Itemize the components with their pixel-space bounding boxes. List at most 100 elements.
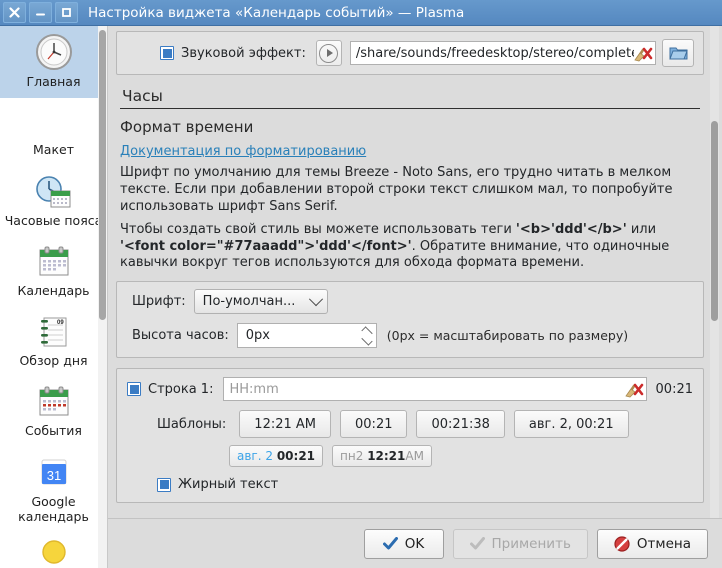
- sidebar-scrollbar-track[interactable]: [98, 26, 107, 568]
- line1-checkbox[interactable]: [127, 382, 141, 397]
- sidebar-item-label: Google календарь: [18, 493, 89, 525]
- sound-effect-checkbox[interactable]: [160, 46, 174, 60]
- font-row: Шрифт: По-умолчан...: [127, 289, 693, 315]
- apply-button-label: Применить: [491, 535, 571, 552]
- clock-height-stepper[interactable]: 0px: [236, 323, 377, 349]
- play-icon[interactable]: [315, 40, 342, 66]
- folder-open-icon[interactable]: [662, 39, 694, 67]
- stepper-arrows[interactable]: [361, 326, 373, 346]
- sidebar-scrollbar-thumb[interactable]: [99, 30, 106, 320]
- formatting-documentation-link[interactable]: Документация по форматированию: [120, 144, 366, 159]
- bold-text-row: Жирный текст: [127, 477, 693, 492]
- line1-placeholder[interactable]: HH:mm: [229, 382, 624, 397]
- font-settings-group: Шрифт: По-умолчан... Высота часов: 0px (…: [116, 281, 704, 359]
- content-pane: Звуковой эффект: /share/sounds/freedeskt…: [108, 26, 722, 568]
- tags-note-bold1: '<b>'ddd'</b>': [515, 221, 627, 237]
- clock-height-row: Высота часов: 0px (0px = масштабировать …: [127, 323, 693, 349]
- chevron-down-icon: [309, 291, 324, 307]
- sound-path-input: /share/sounds/freedesktop/stereo/complet…: [349, 41, 656, 65]
- bold-text-checkbox[interactable]: [157, 477, 171, 492]
- sidebar-item-kalendar[interactable]: Календарь: [0, 236, 107, 306]
- paragraph-font-note: Шрифт по умолчанию для темы Breeze - Not…: [120, 165, 673, 214]
- bold-text-label: Жирный текст: [178, 477, 279, 493]
- template-part-date: авг. 2: [237, 449, 273, 464]
- clock-calendar-icon: [34, 172, 74, 211]
- settings-scroll-area: Звуковой эффект: /share/sounds/freedeskt…: [108, 26, 722, 518]
- font-select[interactable]: По-умолчан...: [193, 289, 329, 315]
- sidebar-item-sobytiya[interactable]: События: [0, 376, 107, 446]
- close-icon[interactable]: [3, 2, 26, 23]
- sidebar-item-glavnaya[interactable]: Главная: [0, 26, 107, 98]
- line1-row: Строка 1: HH:mm 00:21: [127, 377, 693, 402]
- template-button[interactable]: авг. 2 00:21: [229, 445, 324, 468]
- ok-button[interactable]: OK: [363, 528, 444, 559]
- content-scrollbar-track[interactable]: [710, 26, 719, 518]
- title-bar: Настройка виджета «Календарь событий» — …: [0, 0, 722, 26]
- minimize-icon[interactable]: [29, 2, 52, 23]
- template-button[interactable]: пн2 12:21 AM: [332, 445, 432, 468]
- clock-height-value: 0px: [245, 328, 270, 344]
- sidebar-item-label: Календарь: [17, 283, 90, 299]
- cancel-button-label: Отмена: [636, 535, 691, 552]
- tags-note-part2: или: [626, 221, 657, 237]
- broom-clear-icon[interactable]: [624, 380, 644, 398]
- maximize-icon[interactable]: [55, 2, 78, 23]
- calendar-icon: [36, 242, 72, 281]
- sun-icon: [39, 538, 69, 566]
- clock-height-hint: (0px = масштабировать по размеру): [386, 328, 629, 344]
- sidebar-item-sun[interactable]: [0, 532, 107, 568]
- line1-format-input: HH:mm: [223, 377, 647, 402]
- check-icon: [382, 537, 398, 550]
- line1-group: Строка 1: HH:mm 00:21 Шаблоны: 12:21 AM …: [116, 368, 704, 504]
- sidebar-item-obzor-dnya[interactable]: 09 Обзор дня: [0, 306, 107, 376]
- sidebar-item-label: Макет: [33, 142, 74, 158]
- template-button[interactable]: 12:21 AM: [239, 410, 332, 439]
- content-scrollbar-thumb[interactable]: [711, 121, 718, 321]
- template-part-meridiem: AM: [405, 449, 424, 464]
- line1-preview: 00:21: [655, 381, 693, 397]
- sidebar: Главная Макет Часовые пояса Календарь 09…: [0, 26, 108, 568]
- sound-path-value[interactable]: /share/sounds/freedesktop/stereo/complet…: [356, 46, 634, 61]
- template-button[interactable]: 00:21: [340, 410, 408, 439]
- window-controls: [0, 2, 78, 23]
- template-part-time: 12:21: [367, 449, 406, 464]
- window-body: Главная Макет Часовые пояса Календарь 09…: [0, 26, 722, 568]
- template-part-time: 00:21: [276, 449, 316, 464]
- sidebar-item-chasovye-poyasa[interactable]: Часовые пояса: [0, 166, 107, 236]
- google-calendar-31-icon: 31: [38, 452, 70, 492]
- sound-effect-row: Звуковой эффект: /share/sounds/freedeskt…: [126, 39, 694, 67]
- svg-text:09: 09: [57, 320, 64, 326]
- sidebar-item-google-kalendar[interactable]: 31 Google календарь: [0, 446, 107, 532]
- section-header-clock: Часы: [120, 81, 700, 109]
- config-window: Настройка виджета «Календарь событий» — …: [0, 0, 722, 568]
- template-button[interactable]: 00:21:38: [416, 410, 505, 439]
- notebook-icon: 09: [37, 312, 71, 351]
- sound-effect-label: Звуковой эффект:: [181, 45, 306, 61]
- templates-label: Шаблоны:: [157, 416, 227, 432]
- events-calendar-icon: [36, 382, 72, 421]
- sidebar-item-maket[interactable]: Макет: [0, 98, 107, 166]
- clock-height-label: Высота часов:: [132, 328, 229, 344]
- templates-row-1: Шаблоны: 12:21 AM 00:21 00:21:38 авг. 2,…: [127, 410, 693, 439]
- cancel-button[interactable]: Отмена: [596, 528, 708, 559]
- sidebar-list: Главная Макет Часовые пояса Календарь 09…: [0, 26, 107, 568]
- sidebar-item-label: Главная: [26, 74, 81, 89]
- templates-row-2: авг. 2 00:21 пн2 12:21 AM: [127, 445, 693, 468]
- font-select-value: По-умолчан...: [202, 294, 296, 310]
- apply-button[interactable]: Применить: [452, 528, 588, 559]
- paragraph-tags-note: Чтобы создать свой стиль вы можете испол…: [120, 222, 700, 273]
- check-icon: [469, 537, 485, 550]
- font-label: Шрифт:: [132, 294, 186, 310]
- ok-button-label: OK: [404, 535, 425, 552]
- window-title: Настройка виджета «Календарь событий» — …: [88, 4, 465, 21]
- broom-clear-icon[interactable]: [634, 44, 653, 62]
- tags-note-bold2: '<font color="#77aaadd">'ddd'</font>': [120, 238, 412, 254]
- dialog-button-bar: OK Применить Отмена: [108, 518, 722, 568]
- template-button[interactable]: авг. 2, 00:21: [513, 410, 629, 439]
- sound-effect-group: Звуковой эффект: /share/sounds/freedeskt…: [116, 31, 704, 75]
- sidebar-item-label: События: [25, 423, 82, 439]
- svg-text:31: 31: [46, 468, 60, 483]
- template-part-weekday: пн2: [340, 449, 364, 464]
- stepper-down-icon[interactable]: [361, 334, 373, 346]
- cancel-icon: [614, 535, 630, 552]
